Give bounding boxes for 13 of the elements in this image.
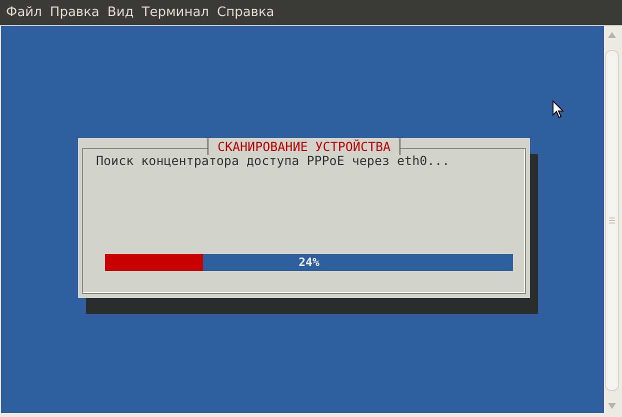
- scrollbar-thumb[interactable]: [605, 50, 619, 391]
- dialog-title: СКАНИРОВАНИЕ УСТРОЙСТВА: [207, 138, 401, 155]
- grip-icon: [609, 217, 615, 224]
- menu-item[interactable]: Правка: [48, 5, 106, 20]
- menu-item[interactable]: Терминал: [140, 5, 215, 20]
- menu-item[interactable]: Справка: [215, 5, 280, 20]
- menu-item[interactable]: Вид: [105, 5, 140, 20]
- scroll-up-icon[interactable]: [608, 32, 616, 38]
- scroll-down-icon[interactable]: [608, 403, 616, 409]
- status-message: Поиск концентратора доступа PPPoE через eth0...: [96, 153, 451, 168]
- progress-reading: 24%: [298, 254, 320, 271]
- mouse-pointer-icon: [552, 100, 564, 119]
- menu-item[interactable]: Файл: [4, 5, 48, 20]
